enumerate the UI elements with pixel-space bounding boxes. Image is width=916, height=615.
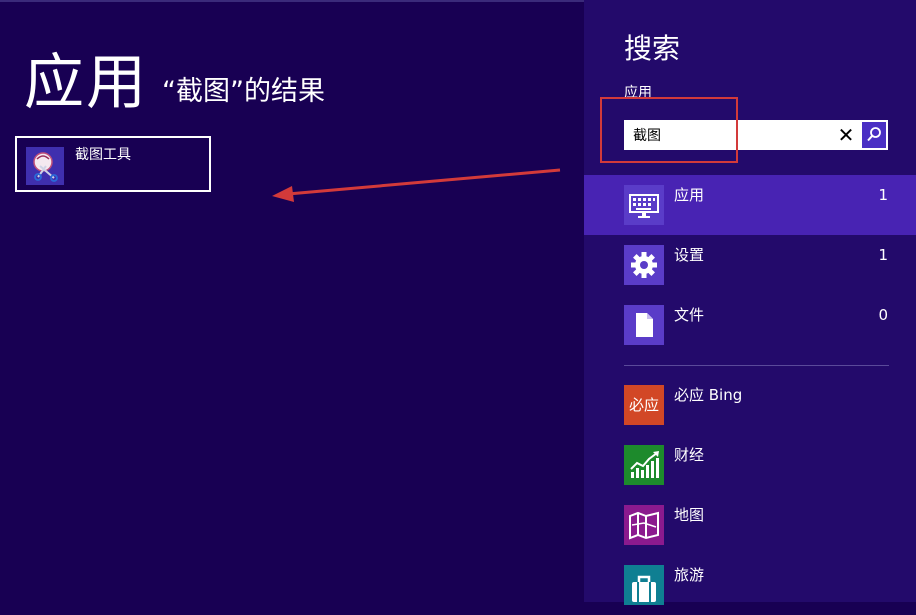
scope-count-settings: 1 (878, 246, 888, 264)
clear-search-button[interactable]: ✕ (832, 120, 860, 150)
scope-label-files: 文件 (674, 306, 705, 324)
annotation-highlight-box (600, 97, 738, 163)
search-icon (867, 127, 881, 142)
scope-count-files: 0 (878, 306, 888, 324)
app-label-finance: 财经 (674, 446, 705, 464)
search-button[interactable] (862, 122, 886, 148)
finance-chart-icon (624, 445, 664, 485)
search-charm: 搜索 应用 ✕ 应用 (584, 0, 916, 605)
app-label-maps: 地图 (674, 506, 705, 524)
scope-row-files[interactable]: 文件 0 (584, 295, 916, 355)
app-label-bing: 必应 Bing (674, 386, 743, 404)
scope-label-settings: 设置 (674, 246, 705, 264)
app-row-bing[interactable]: 必应 必应 Bing (584, 375, 916, 435)
scope-count-apps: 1 (878, 186, 888, 204)
map-icon (624, 505, 664, 545)
scope-label-apps: 应用 (674, 186, 705, 204)
close-icon: ✕ (837, 123, 855, 147)
suitcase-icon (624, 565, 664, 605)
app-row-maps[interactable]: 地图 (584, 495, 916, 555)
document-icon (624, 305, 664, 345)
annotation-arrow (272, 168, 561, 202)
app-row-travel[interactable]: 旅游 (584, 555, 916, 615)
results-panel: 应用 “截图”的结果 截图工具 (0, 0, 584, 602)
scope-row-apps[interactable]: 应用 1 (584, 175, 916, 235)
app-label-travel: 旅游 (674, 566, 705, 584)
keyboard-monitor-icon (624, 185, 664, 225)
charm-title: 搜索 (624, 32, 681, 65)
bing-tile-text: 必应 (628, 396, 659, 414)
scope-row-settings[interactable]: 设置 1 (584, 235, 916, 295)
gear-icon (624, 245, 664, 285)
bing-tile-icon: 必应 (624, 385, 664, 425)
app-row-finance[interactable]: 财经 (584, 435, 916, 495)
section-divider (624, 365, 889, 366)
